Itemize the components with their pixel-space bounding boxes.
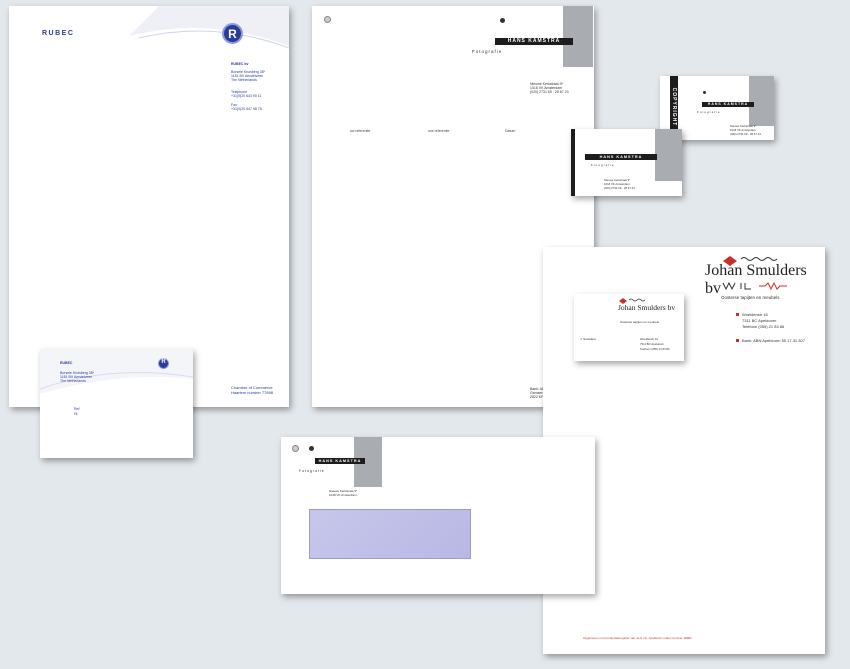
rubec-fax: +31(0)20 647 98 78	[231, 107, 262, 111]
rubec-card-ref-1: Ref.	[74, 407, 81, 411]
kamstra-card2-name-bar: HANS KAMSTRA	[585, 154, 657, 160]
smulders-address-1: Woeldenstr 16	[742, 312, 768, 317]
rubec-brand: RUBEC	[42, 30, 75, 37]
kamstra-card2-address-3: (020) 2731 69 · 28 67 23	[604, 186, 635, 190]
smulders-tagline: Oosterse tapijten en meubels	[721, 295, 780, 300]
rubec-company: RUBEC bv	[231, 62, 249, 66]
kamstra-copyright-text: COPYRIGHT	[671, 87, 677, 127]
rubec-card-logo-letter: R	[161, 359, 166, 365]
rubec-card-address-3: The Netherlands	[60, 379, 86, 383]
rubec-card-brand: RUBEC	[60, 361, 73, 365]
rubec-logo-icon: R	[222, 23, 243, 44]
smulders-address-bullet-icon	[736, 313, 739, 316]
kamstra-field-datum: Datum	[505, 129, 516, 133]
rubec-chamber-number: Haarlem number 77898	[231, 390, 274, 395]
kamstra-card2-grey	[655, 129, 682, 181]
rubec-card: RUBEC Borsele Kruisberg 38* 1181 BV Amst…	[40, 349, 193, 458]
kamstra-punch-icon	[324, 16, 331, 23]
smulders-bank: Bank: ABN Apeldoorn 55.17.31.307	[742, 338, 805, 343]
envelope-name-bar: HANS KAMSTRA	[315, 458, 365, 464]
kamstra-name-bar: HANS KAMSTRA	[495, 38, 573, 45]
rubec-telephone: +31(0)20 643 90 11	[231, 94, 262, 98]
envelope-logo-dot-icon	[309, 446, 314, 451]
kamstra-field-uw-ref: uw referentie	[350, 129, 371, 133]
envelope-window	[309, 509, 471, 559]
stationery-showcase: { "rubec": { "brand": "RUBEC", "logo_let…	[0, 0, 850, 669]
rubec-address-3: The Netherlands	[231, 78, 257, 82]
kamstra-envelope: HANS KAMSTRA Fotografie Nieuwe Kerkstraa…	[281, 437, 595, 594]
kamstra-card1-subtitle: Fotografie	[697, 110, 721, 114]
smulders-address-3: Telefoon (055) 21 83 86	[742, 324, 785, 329]
rubec-card-logo-icon: R	[158, 358, 169, 369]
smulders-card-address-1: Woeldenstr 16	[640, 337, 658, 341]
kamstra-address-3: (020) 2731 69 · 28 67 23	[530, 90, 569, 94]
smulders-card-address-3: Telefoon (055) 21 83 86	[640, 347, 670, 351]
kamstra-card1-dot-icon	[703, 91, 706, 94]
smulders-card-address-2: 7311 BC Apeldoorn	[640, 342, 665, 346]
kamstra-card1-grey	[749, 76, 774, 126]
smulders-footer: Opgenomen in het Handelsregister van de …	[583, 636, 692, 640]
kamstra-card1-address-3: (020) 2731 69 · 28 67 23	[730, 132, 761, 136]
smulders-ornament-icon	[722, 281, 787, 291]
kamstra-card2-subtitle: Fotografie	[591, 163, 615, 167]
kamstra-card2-side-bar	[571, 129, 575, 196]
smulders-card-tagline: Oosterse tapijten en meubels	[620, 320, 660, 324]
kamstra-field-ons-ref: ons referentie	[428, 129, 450, 133]
envelope-subtitle: Fotografie	[299, 469, 325, 473]
smulders-card-name: Johan Smulders bv	[618, 303, 676, 312]
rubec-card-ref-2: Hl.	[74, 412, 79, 416]
smulders-card: Johan Smulders bv Oosterse tapijten en m…	[574, 294, 684, 361]
rubec-card-swoosh	[40, 372, 193, 458]
smulders-card-person: J. Smulders	[580, 337, 596, 341]
envelope-address-2: 1018 VK Amsterdam	[329, 493, 357, 497]
kamstra-logo-dot-icon	[500, 18, 505, 23]
kamstra-grey-block	[563, 6, 593, 67]
smulders-name: Johan Smulders bv	[705, 262, 807, 297]
rubec-letterhead: RUBEC R RUBEC bv Borsele Kruisberg 38* 1…	[9, 6, 289, 407]
smulders-address-2: 7311 BC Apeldoorn	[742, 318, 777, 323]
envelope-punch-icon-1	[292, 445, 299, 452]
kamstra-card: HANS KAMSTRA Fotografie Nieuwe Kerkstraa…	[571, 129, 682, 196]
smulders-bank-bullet-icon	[736, 339, 739, 342]
kamstra-card1-name-bar: HANS KAMSTRA	[702, 102, 754, 107]
kamstra-subtitle: Fotografie	[472, 49, 503, 54]
rubec-logo-letter: R	[228, 27, 237, 41]
